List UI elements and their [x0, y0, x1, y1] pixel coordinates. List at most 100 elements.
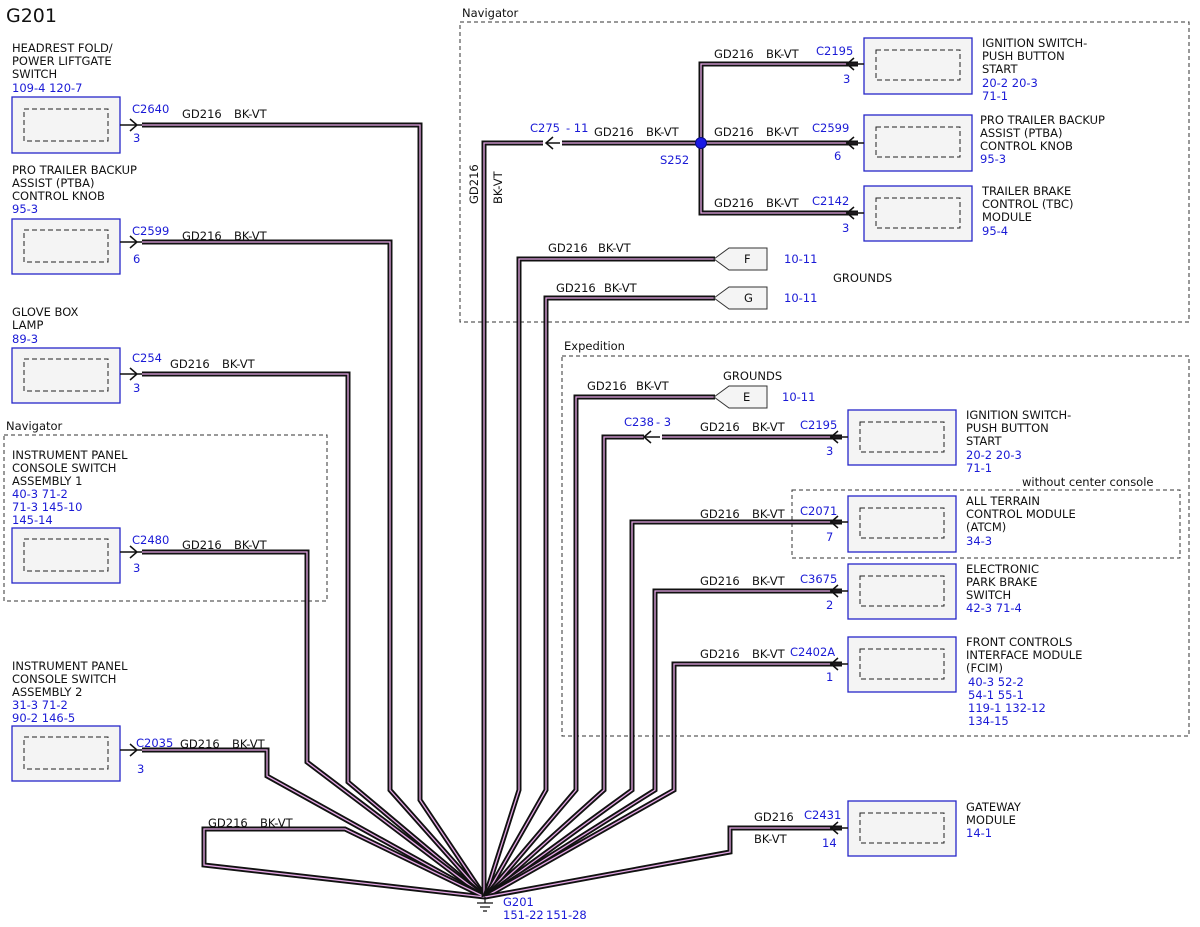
connector-pin: 3	[826, 444, 833, 458]
wire-label-circuit: GD216	[700, 507, 740, 521]
wire-label-color: BK-VT	[260, 816, 294, 830]
connector-pin: 1	[826, 670, 833, 684]
inline-connector-label: C275	[530, 121, 560, 135]
wire-label-color: BK-VT	[234, 107, 268, 121]
component-name-line: START	[966, 434, 1002, 448]
wire-label-circuit: GD216	[182, 107, 222, 121]
component-name-line: LAMP	[12, 318, 43, 332]
connector-label: C2402A	[790, 645, 835, 659]
wire-label-circuit: GD216	[182, 538, 222, 552]
component-name-line: SWITCH	[12, 67, 57, 81]
component-name-line: ASSEMBLY 1	[12, 474, 82, 488]
connector-pin: 7	[826, 530, 833, 544]
wire-label-circuit: GD216	[700, 647, 740, 661]
flag-ref: 10-11	[784, 252, 817, 266]
component-name-line: CONTROL KNOB	[980, 139, 1073, 153]
component-name-line: ELECTRONIC	[966, 562, 1039, 576]
component-ref: 145-14	[12, 513, 53, 527]
connector-label: C2035	[136, 736, 173, 750]
component-ptba-left: PRO TRAILER BACKUP ASSIST (PTBA) CONTROL…	[11, 163, 169, 275]
wire-ptba-left	[142, 239, 487, 899]
wire-label-circuit: GD216	[714, 47, 754, 61]
component-name-line: ASSIST (PTBA)	[12, 176, 95, 190]
component-ref: 54-1 55-1	[968, 688, 1024, 702]
component-ignition-switch-navigator: C2195 3 IGNITION SWITCH- PUSH BUTTON STA…	[816, 36, 1087, 103]
inline-connector-pin: - 3	[656, 415, 671, 429]
wire-label-circuit: GD216	[556, 281, 596, 295]
region-navigator-top-label: Navigator	[462, 6, 519, 20]
wiring-diagram: G201 Navigator Navigator Expedition with…	[3, 5, 1190, 922]
connector-label: C254	[132, 351, 162, 365]
wire-label-circuit: GD216	[714, 125, 754, 139]
component-name-line: INTERFACE MODULE	[966, 648, 1082, 662]
wire-label-circuit: GD216	[754, 810, 794, 824]
component-ref: 34-3	[966, 534, 992, 548]
component-name-line: (FCIM)	[966, 661, 1003, 675]
wire-label-color: BK-VT	[222, 357, 256, 371]
component-name-line: PRO TRAILER BACKUP	[980, 113, 1105, 127]
connector-label: C3675	[800, 572, 837, 586]
component-ignition-switch-expedition: C2195 3 IGNITION SWITCH- PUSH BUTTON STA…	[800, 408, 1071, 475]
connector-pin: 3	[843, 72, 850, 86]
ground-label: G201	[503, 895, 534, 909]
grounds-label: GROUNDS	[833, 271, 892, 285]
wire-label-color: BK-VT	[754, 832, 788, 846]
wire-ipcs1	[142, 549, 487, 899]
component-name-line: MODULE	[966, 813, 1016, 827]
wire-label-color: BK-VT	[646, 125, 680, 139]
component-ref: 31-3 71-2	[12, 698, 68, 712]
flag-ref: 10-11	[784, 291, 817, 305]
component-name-line: MODULE	[982, 210, 1032, 224]
component-fcim: C2402A 1 FRONT CONTROLS INTERFACE MODULE…	[790, 635, 1082, 728]
component-ref: 95-3	[980, 152, 1006, 166]
component-name-line: ASSEMBLY 2	[12, 685, 82, 699]
wire-label-circuit: GD216	[714, 196, 754, 210]
component-ref: 71-1	[966, 461, 992, 475]
wire-label-color-vertical: BK-VT	[491, 170, 505, 204]
connector-pin: 3	[137, 762, 144, 776]
grounds-label: GROUNDS	[723, 369, 782, 383]
wire-c2071	[483, 519, 842, 900]
splice-label: S252	[660, 153, 689, 167]
component-name-line: (ATCM)	[966, 520, 1006, 534]
component-name-line: ASSIST (PTBA)	[980, 126, 1063, 140]
component-name-line: CONTROL (TBC)	[982, 197, 1074, 211]
wire-label-color: BK-VT	[766, 47, 800, 61]
wire-label-circuit: GD216	[700, 420, 740, 434]
connector-pin: 3	[133, 561, 140, 575]
wire-label-color: BK-VT	[766, 196, 800, 210]
flag-ref: 10-11	[782, 390, 815, 404]
connector-pin: 6	[834, 149, 841, 163]
wire-label-color: BK-VT	[232, 737, 266, 751]
component-name-line: INSTRUMENT PANEL	[12, 659, 128, 673]
connector-label: C2142	[812, 194, 849, 208]
component-name-line: PARK BRAKE	[966, 575, 1037, 589]
component-name-line: GATEWAY	[966, 800, 1022, 814]
component-name-line: IGNITION SWITCH-	[966, 408, 1071, 422]
wire-label-color: BK-VT	[604, 281, 638, 295]
component-ref: 20-2 20-3	[982, 76, 1038, 90]
component-name-line: START	[982, 62, 1018, 76]
connector-label: C2640	[132, 102, 169, 116]
component-electronic-park-brake: C3675 2 ELECTRONIC PARK BRAKE SWITCH 42-…	[800, 562, 1039, 620]
connector-label: C2071	[800, 504, 837, 518]
connector-label: C2480	[132, 533, 169, 547]
component-name-line: INSTRUMENT PANEL	[12, 448, 128, 462]
component-name-line: CONTROL MODULE	[966, 507, 1076, 521]
component-ref: 40-3 71-2	[12, 487, 68, 501]
wire-label-color: BK-VT	[598, 241, 632, 255]
flag-letter: E	[743, 390, 750, 404]
component-name-line: TRAILER BRAKE	[981, 184, 1071, 198]
diagram-title: G201	[6, 5, 57, 27]
component-headrest-switch: HEADREST FOLD/ POWER LIFTGATE SWITCH 109…	[11, 41, 169, 154]
component-ref: 95-3	[12, 202, 38, 216]
region-navigator-left-label: Navigator	[6, 419, 63, 433]
flag-letter: G	[744, 291, 753, 305]
wire-label-color: BK-VT	[752, 647, 786, 661]
wire-c275	[481, 140, 543, 897]
ground-icon	[477, 897, 493, 912]
component-ref: 40-3 52-2	[968, 675, 1024, 689]
connector-pin: 3	[133, 381, 140, 395]
inline-connector-pin: - 11	[566, 121, 588, 135]
connector-pin: 3	[133, 131, 140, 145]
